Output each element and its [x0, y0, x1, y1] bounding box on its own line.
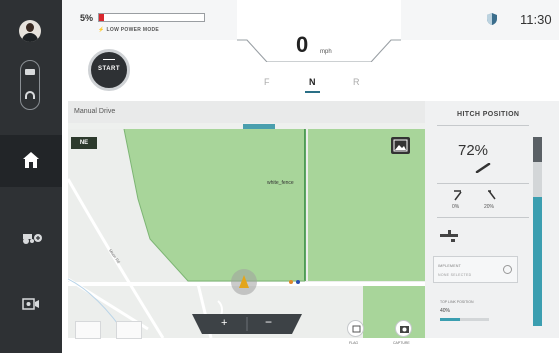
sidebar: [0, 0, 62, 353]
start-button[interactable]: START: [88, 49, 130, 91]
low-power-label: LOW POWER MODE: [106, 27, 160, 33]
map-pull-tab[interactable]: [243, 124, 275, 129]
connectivity-toggle[interactable]: [20, 60, 40, 110]
hitch-slider-fill: [533, 197, 542, 326]
map-title: Manual Drive: [74, 108, 116, 115]
implement-icon: [440, 230, 458, 242]
gear-forward[interactable]: F: [264, 77, 270, 87]
battery-fill: [99, 14, 105, 21]
hitch-min: 0%: [452, 204, 460, 210]
top-link-bar[interactable]: [440, 318, 489, 321]
low-power-indicator: ⚡ LOW POWER MODE: [98, 27, 159, 33]
hitch-arm-icon: [475, 163, 491, 173]
hitch-down-icon[interactable]: [453, 189, 463, 201]
map-header: Manual Drive: [68, 101, 425, 123]
image-icon: [393, 139, 408, 152]
mini-action-1[interactable]: [75, 321, 101, 339]
clock: 11:30: [520, 12, 552, 27]
hitch-title: HITCH POSITION: [457, 111, 520, 118]
speed-unit: mph: [320, 49, 332, 55]
top-link-value: 40%: [440, 308, 451, 314]
camera-icon[interactable]: [22, 297, 40, 311]
gear-reverse[interactable]: R: [353, 77, 360, 87]
battery-percent: 5%: [80, 13, 94, 23]
capture-button[interactable]: [395, 320, 412, 337]
wifi-icon: [25, 91, 35, 99]
gear-neutral[interactable]: N: [309, 77, 316, 87]
top-link-fill: [440, 318, 460, 321]
active-gear-indicator: [305, 91, 320, 93]
hitch-position-value: 72%: [458, 142, 489, 159]
field-map[interactable]: [68, 129, 425, 338]
capture-label: CAPTURE: [393, 341, 410, 345]
divider: [437, 217, 529, 218]
sidebar-item-home[interactable]: [0, 135, 62, 187]
speed-panel: [237, 0, 401, 62]
flag-button[interactable]: [347, 320, 364, 337]
divider: [437, 125, 529, 126]
chevron-right-icon[interactable]: [503, 265, 512, 274]
map-panel[interactable]: Manual Drive NE white_fence Moon Rd: [68, 101, 425, 338]
heading-badge: NE: [71, 137, 97, 149]
hitch-up-icon[interactable]: [487, 189, 497, 201]
top-link-label: TOP LINK POSITION: [440, 300, 474, 304]
zoom-controls: [192, 314, 302, 334]
shield-icon[interactable]: [486, 12, 498, 26]
battery-bar: [98, 13, 205, 22]
bolt-icon: ⚡: [98, 27, 105, 33]
implement-label: IMPLEMENT: [438, 264, 462, 268]
camera-icon: [400, 326, 409, 333]
start-label: START: [97, 66, 121, 72]
hitch-max: 20%: [484, 204, 495, 210]
fence-label: white_fence: [267, 180, 294, 186]
user-avatar[interactable]: [19, 20, 41, 42]
flag-icon: [352, 325, 361, 333]
divider: [437, 183, 529, 184]
hitch-slider-top: [533, 137, 542, 162]
mini-action-2[interactable]: [116, 321, 142, 339]
vehicle-position-marker: [231, 269, 257, 295]
map-layer-button[interactable]: [391, 137, 410, 154]
zoom-in-button[interactable]: +: [221, 317, 227, 329]
zoom-out-button[interactable]: −: [265, 315, 272, 329]
vehicle-icon: [25, 69, 35, 75]
tractor-add-icon[interactable]: [22, 231, 42, 245]
flag-label: FLAG: [349, 341, 359, 345]
implement-value: NONE SELECTED: [438, 273, 472, 277]
home-icon: [23, 152, 39, 168]
speed-value: 0: [296, 32, 309, 57]
vehicle-arrow-icon: [239, 275, 249, 288]
